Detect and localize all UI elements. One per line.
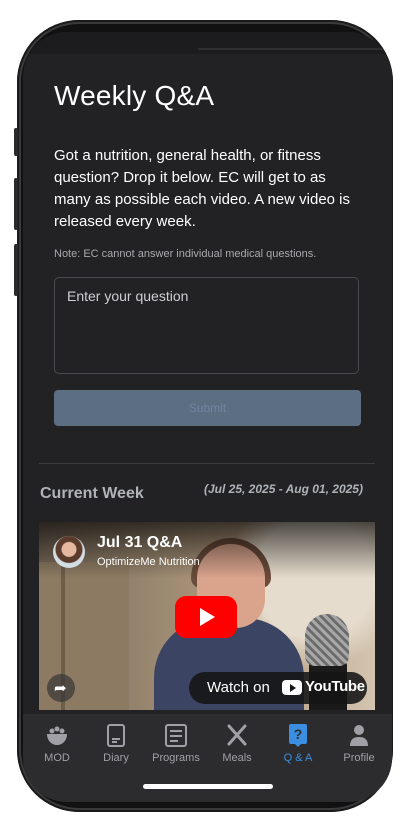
section-divider [39, 463, 375, 464]
app-screen: Weekly Q&A Got a nutrition, general heal… [23, 32, 392, 802]
status-bar-divider [198, 48, 388, 50]
svg-text:?: ? [294, 726, 303, 742]
youtube-wordmark: YouTube [305, 678, 365, 695]
play-button[interactable] [175, 596, 237, 638]
tab-diary[interactable]: Diary [84, 722, 148, 764]
tab-mod[interactable]: MOD [25, 722, 89, 764]
video-title-overlay [39, 522, 375, 578]
tab-label-profile: Profile [343, 752, 375, 764]
share-button[interactable]: ➦ [47, 674, 75, 702]
share-icon: ➦ [54, 680, 67, 697]
medical-note: Note: EC cannot answer individual medica… [54, 248, 317, 260]
mute-switch [14, 128, 18, 156]
bowl-icon [47, 726, 67, 745]
current-week-heading: Current Week [40, 485, 144, 502]
youtube-play-glyph [290, 684, 296, 692]
play-icon [200, 608, 215, 626]
submit-button[interactable]: Submit [54, 390, 361, 426]
page-title: Weekly Q&A [54, 80, 215, 111]
tab-label-diary: Diary [103, 752, 129, 764]
video-thumbnail-microphone [305, 614, 349, 666]
watch-on-label: Watch on [207, 679, 270, 696]
tab-qa[interactable]: ? Q & A [266, 722, 330, 764]
volume-down-button [14, 244, 18, 296]
utensils-icon [227, 724, 247, 746]
youtube-logo-icon [282, 680, 302, 695]
tab-label-qa: Q & A [283, 752, 313, 764]
tab-programs[interactable]: Programs [144, 722, 208, 764]
tab-label-meals: Meals [222, 752, 252, 764]
status-bar [23, 32, 392, 54]
tab-label-programs: Programs [152, 752, 200, 764]
volume-up-button [14, 178, 18, 230]
question-input[interactable] [54, 277, 359, 374]
watch-on-youtube-button[interactable]: Watch on YouTube [189, 672, 367, 704]
diary-icon [107, 724, 125, 747]
question-icon: ? [289, 724, 307, 747]
video-channel-name[interactable]: OptimizeMe Nutrition [97, 556, 200, 568]
home-indicator[interactable] [143, 784, 273, 789]
video-title[interactable]: Jul 31 Q&A [97, 534, 182, 552]
video-player[interactable]: Jul 31 Q&A OptimizeMe Nutrition ➦ Watch … [39, 522, 375, 710]
page-description: Got a nutrition, general health, or fitn… [54, 147, 351, 230]
programs-icon [165, 724, 187, 747]
channel-avatar[interactable] [53, 536, 85, 568]
person-icon [350, 725, 368, 746]
tab-profile[interactable]: Profile [327, 722, 391, 764]
tab-meals[interactable]: Meals [205, 722, 269, 764]
current-week-date-range: (Jul 25, 2025 - Aug 01, 2025) [204, 482, 363, 496]
tab-label-mod: MOD [44, 752, 70, 764]
